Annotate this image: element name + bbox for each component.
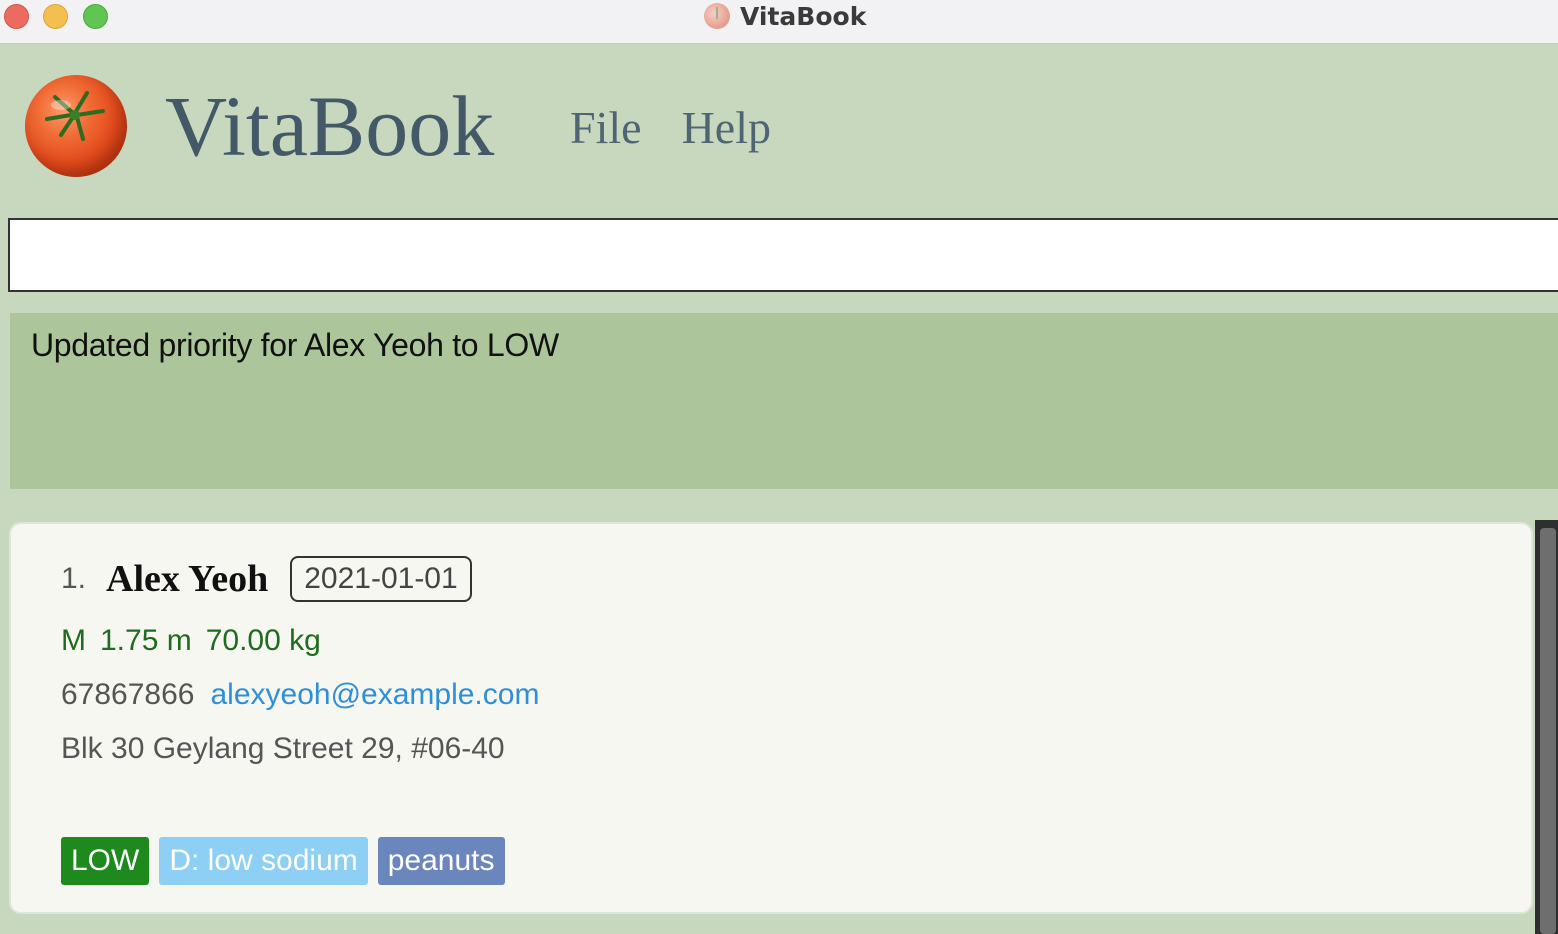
patient-email-link[interactable]: alexyeoh@example.com [210, 678, 539, 712]
patient-card[interactable]: 1. Alex Yeoh 2021-01-01 M 1.75 m 70.00 k… [9, 522, 1533, 914]
patient-height: 1.75 m [100, 624, 192, 657]
patient-index: 1. [61, 562, 87, 595]
allergy-tag: peanuts [377, 837, 505, 885]
window-minimize-button[interactable] [43, 4, 68, 29]
patient-address: Blk 30 Geylang Street 29, #06-40 [61, 732, 505, 765]
app-name: VitaBook [165, 78, 495, 174]
patient-vitals: M 1.75 m 70.00 kg [61, 624, 321, 658]
app-header: VitaBook File Help [0, 45, 1558, 215]
window-title-group: VitaBook [704, 0, 866, 32]
priority-tag: LOW [61, 837, 150, 885]
command-input[interactable] [8, 218, 1558, 292]
diet-tag: D: low sodium [159, 837, 368, 885]
patient-gender: M [61, 624, 86, 657]
patient-tags: LOW D: low sodium peanuts [61, 837, 505, 885]
list-scrollbar-thumb[interactable] [1540, 528, 1556, 934]
menu-bar: File Help [570, 105, 771, 151]
window-titlebar: VitaBook [0, 0, 1558, 44]
tomato-logo-icon [25, 75, 127, 177]
patient-name: Alex Yeoh [106, 558, 269, 600]
patient-date-badge: 2021-01-01 [290, 556, 472, 602]
patient-list: 1. Alex Yeoh 2021-01-01 M 1.75 m 70.00 k… [0, 520, 1558, 934]
patient-contact: 67867866 alexyeoh@example.com [61, 678, 539, 712]
patient-phone: 67867866 [61, 678, 195, 711]
result-message: Updated priority for Alex Yeoh to LOW [31, 327, 559, 363]
patient-card-header: 1. Alex Yeoh 2021-01-01 [61, 556, 472, 602]
app-tomato-icon [704, 3, 730, 29]
result-display: Updated priority for Alex Yeoh to LOW [10, 313, 1558, 489]
menu-help[interactable]: Help [682, 105, 771, 151]
window-close-button[interactable] [4, 4, 29, 29]
menu-file[interactable]: File [570, 105, 642, 151]
window-title: VitaBook [740, 1, 867, 31]
window-maximize-button[interactable] [83, 4, 108, 29]
patient-weight: 70.00 kg [205, 624, 321, 657]
